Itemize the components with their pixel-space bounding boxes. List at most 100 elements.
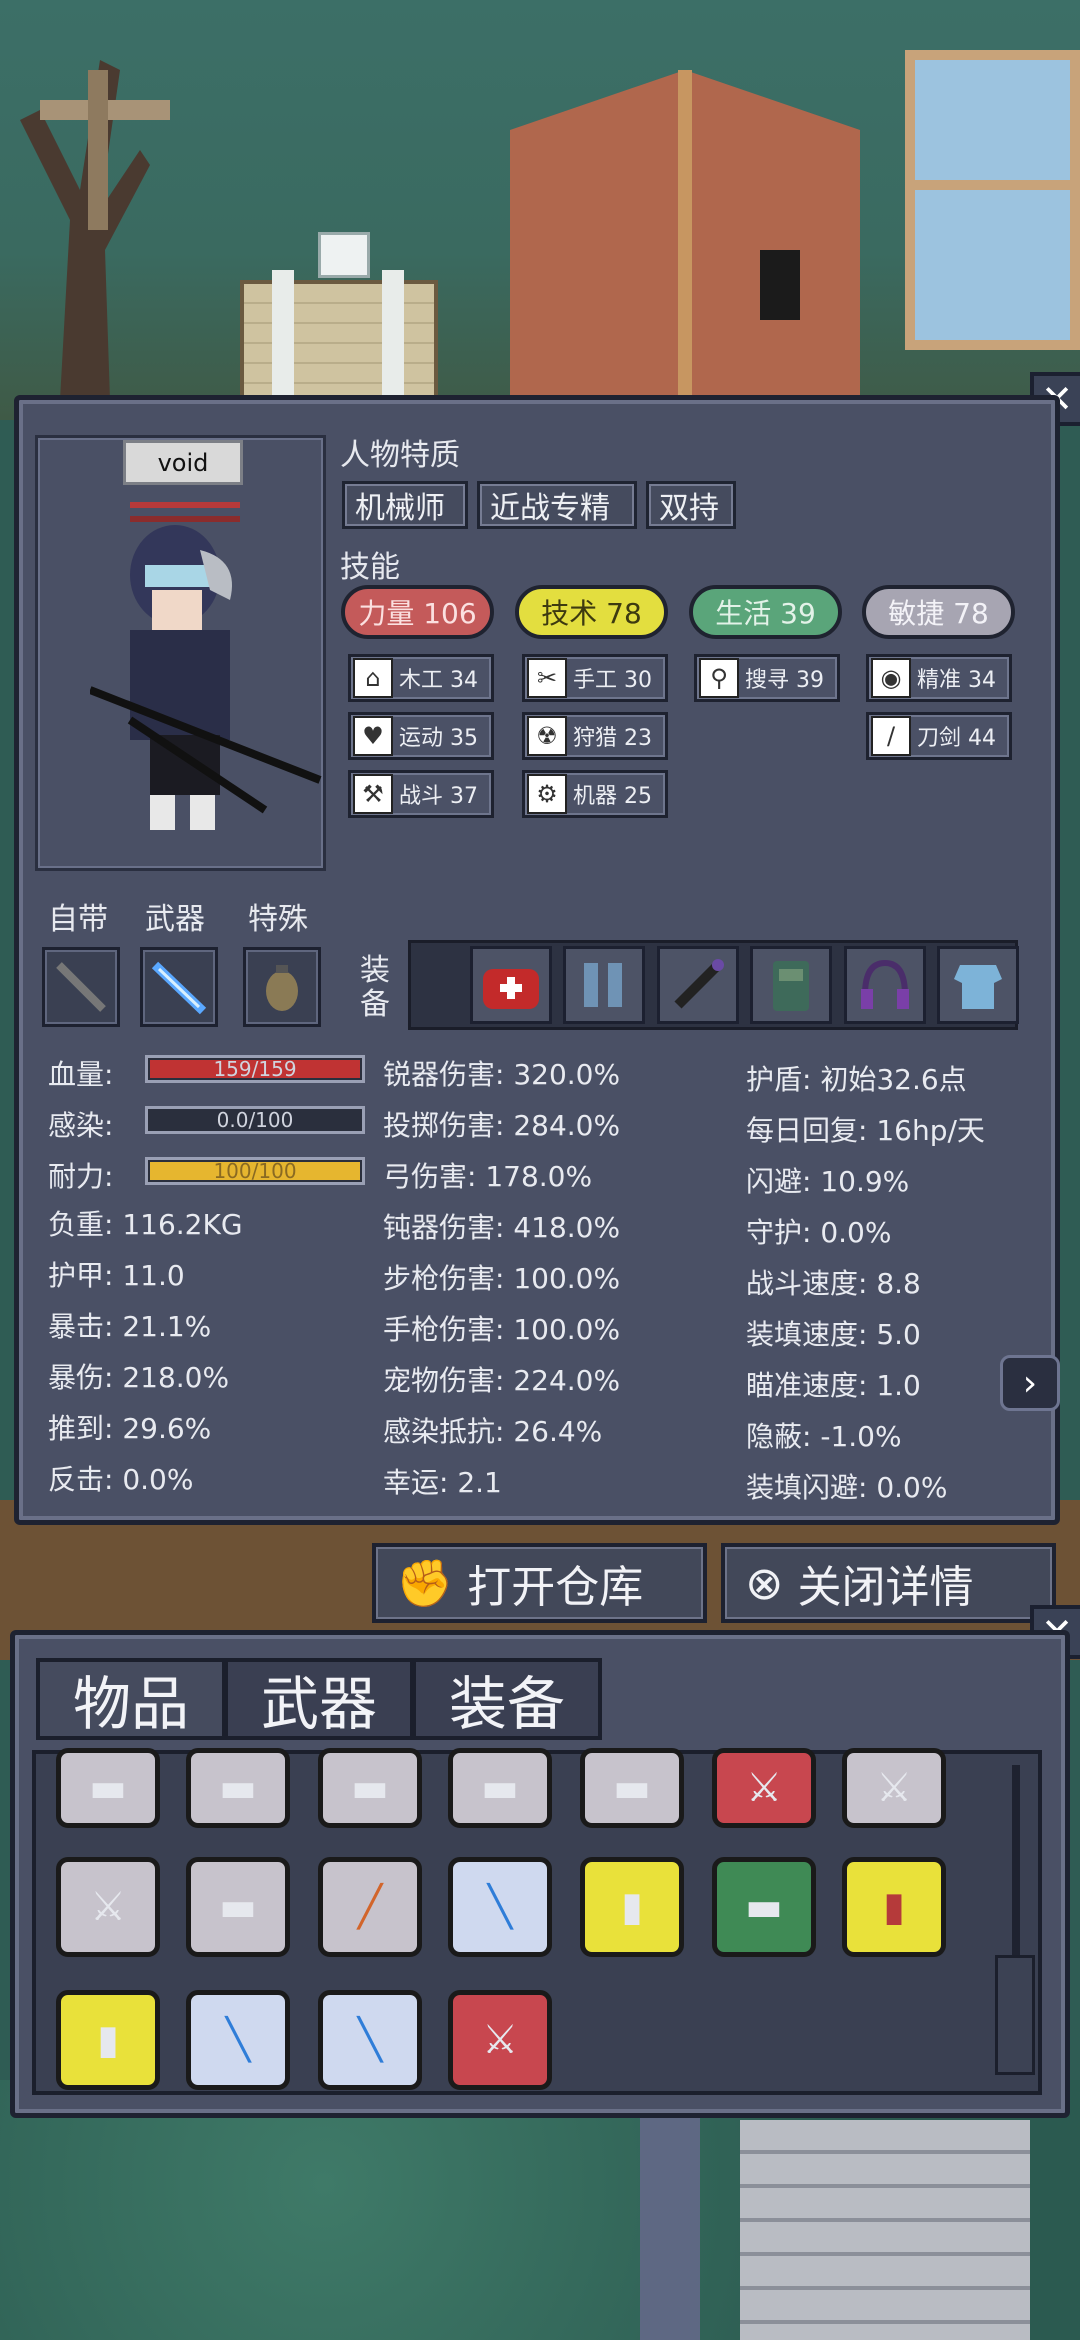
- stat-blunt-damage: 钝器伤害: 418.0%: [383, 1211, 621, 1244]
- subskill-machinery[interactable]: ⚙ 机器 25: [522, 770, 668, 818]
- builtin-weapon-slot[interactable]: [42, 947, 120, 1027]
- equip-slot-armor[interactable]: [937, 946, 1019, 1024]
- equip-slot-headphones[interactable]: [844, 946, 926, 1024]
- inventory-item[interactable]: ▮: [842, 1857, 946, 1957]
- subskill-crafting[interactable]: ✂ 手工 30: [522, 654, 668, 702]
- inventory-item[interactable]: ▬: [186, 1748, 290, 1828]
- equip-slot-boots[interactable]: [563, 946, 645, 1024]
- stat-crit-damage: 暴伤: 218.0%: [48, 1361, 230, 1394]
- open-storage-label: 打开仓库: [467, 1562, 644, 1613]
- skill-category-agility[interactable]: 敏捷 78: [862, 585, 1015, 639]
- equip-slot-medkit[interactable]: [470, 946, 552, 1024]
- inventory-item[interactable]: ⚔: [712, 1748, 816, 1828]
- trait-tag[interactable]: 机械师: [342, 481, 468, 529]
- rifle-icon: ▬: [219, 1884, 257, 1930]
- close-details-text-button[interactable]: ⊗ 关闭详情: [721, 1543, 1056, 1623]
- trait-tag[interactable]: 近战专精: [477, 481, 637, 529]
- subskill-hunting[interactable]: ☢ 狩猎 23: [522, 712, 668, 760]
- tab-equipment[interactable]: 装备: [412, 1658, 602, 1740]
- builtin-slot-label: 自带: [48, 902, 108, 937]
- weapon-slot[interactable]: [140, 947, 218, 1027]
- portrait-health-bar: [130, 502, 240, 508]
- tent: [510, 70, 860, 400]
- stone-pillar: [640, 2110, 700, 2340]
- equip-slot-flashlight[interactable]: [657, 946, 739, 1024]
- sword-icon: /: [871, 716, 911, 756]
- stat-luck: 幸运: 2.1: [383, 1466, 502, 1499]
- special-slot[interactable]: [243, 947, 321, 1027]
- subskill-blades[interactable]: / 刀剑 44: [866, 712, 1012, 760]
- subskill-scavenging[interactable]: ⚲ 搜寻 39: [694, 654, 840, 702]
- inventory-item[interactable]: ▮: [580, 1857, 684, 1957]
- stamina-bar: 100/100: [145, 1157, 365, 1185]
- subskill-label: 刀剑 44: [917, 726, 996, 751]
- vital-label: 感染:: [48, 1109, 114, 1142]
- subskill-precision[interactable]: ◉ 精准 34: [866, 654, 1012, 702]
- close-circle-icon: ⊗: [745, 1556, 784, 1610]
- inventory-item[interactable]: ▮: [56, 1990, 160, 2090]
- subskill-label: 运动 35: [399, 726, 478, 751]
- infection-bar: 0.0/100: [145, 1106, 365, 1134]
- skill-category-life[interactable]: 生活 39: [689, 585, 842, 639]
- inventory-item[interactable]: ▬: [712, 1857, 816, 1957]
- inventory-item[interactable]: ▬: [56, 1748, 160, 1828]
- inventory-item[interactable]: ⚔: [842, 1748, 946, 1828]
- skill-category-tech[interactable]: 技术 78: [515, 585, 668, 639]
- open-storage-button[interactable]: ✊ 打开仓库: [372, 1543, 707, 1623]
- stat-daily-regen: 每日回复: 16hp/天: [746, 1114, 985, 1147]
- subskill-combat[interactable]: ⚒ 战斗 37: [348, 770, 494, 818]
- character-avatar: [90, 525, 322, 830]
- stat-stealth: 隐蔽: -1.0%: [746, 1420, 902, 1453]
- box-marker-icon: [318, 232, 370, 278]
- tab-items[interactable]: 物品: [36, 1658, 226, 1740]
- stat-throw-damage: 投掷伤害: 284.0%: [383, 1109, 621, 1142]
- ice-sword-icon: ╲: [225, 2017, 251, 2063]
- stat-armor: 护甲: 11.0: [48, 1259, 185, 1292]
- inventory-item[interactable]: ╲: [448, 1857, 552, 1957]
- inventory-item[interactable]: ⚔: [56, 1857, 160, 1957]
- stat-weight: 负重: 116.2KG: [48, 1208, 243, 1241]
- inventory-item[interactable]: ▬: [580, 1748, 684, 1828]
- subskill-label: 战斗 37: [399, 784, 478, 809]
- flashlight-icon: [674, 959, 724, 1009]
- vest-icon: [773, 961, 809, 1011]
- radiation-icon: ☢: [527, 716, 567, 756]
- subskill-label: 狩猎 23: [573, 726, 652, 751]
- inventory-item[interactable]: ⚔: [448, 1990, 552, 2090]
- equip-slot-vest[interactable]: [750, 946, 832, 1024]
- house-icon: ⌂: [353, 658, 393, 698]
- crate-post: [272, 270, 294, 410]
- inventory-item[interactable]: ▬: [186, 1857, 290, 1957]
- infection-bar-text: 0.0/100: [216, 1108, 294, 1132]
- stone-stairs: [740, 2120, 1030, 2340]
- knife-icon: [56, 962, 106, 1012]
- canister-icon: ▮: [620, 1884, 643, 1930]
- inventory-item[interactable]: ▬: [448, 1748, 552, 1828]
- scrollbar-handle[interactable]: [995, 1955, 1035, 2075]
- assault-rifle-icon: ▬: [745, 1884, 783, 1930]
- inventory-item[interactable]: ╱: [318, 1857, 422, 1957]
- next-page-arrow-icon[interactable]: ›: [1000, 1355, 1060, 1411]
- scrollbar-track[interactable]: [1012, 1765, 1020, 1970]
- stat-rifle-damage: 步枪伤害: 100.0%: [383, 1262, 621, 1295]
- subskill-athletics[interactable]: ♥ 运动 35: [348, 712, 494, 760]
- subskill-label: 木工 34: [399, 668, 478, 693]
- inventory-item[interactable]: ╲: [318, 1990, 422, 2090]
- subskill-carpentry[interactable]: ⌂ 木工 34: [348, 654, 494, 702]
- tab-weapons[interactable]: 武器: [224, 1658, 414, 1740]
- inventory-item[interactable]: ╲: [186, 1990, 290, 2090]
- health-bar-text: 159/159: [213, 1057, 297, 1081]
- skill-category-strength[interactable]: 力量 106: [341, 585, 494, 639]
- canister-icon: ▮: [882, 1884, 905, 1930]
- stat-counter: 反击: 0.0%: [48, 1463, 194, 1496]
- trait-tag[interactable]: 双持: [646, 481, 736, 529]
- inventory-item[interactable]: ▬: [318, 1748, 422, 1828]
- axe-icon: ⚒: [353, 774, 393, 814]
- stat-dodge: 闪避: 10.9%: [746, 1165, 910, 1198]
- twin-blades-icon: ⚔: [482, 2017, 518, 2063]
- stat-infection-resist: 感染抵抗: 26.4%: [383, 1415, 603, 1448]
- health-bar: 159/159: [145, 1055, 365, 1083]
- subskill-label: 机器 25: [573, 784, 652, 809]
- sign-post: [88, 70, 108, 230]
- canister-icon: ▮: [96, 2017, 119, 2063]
